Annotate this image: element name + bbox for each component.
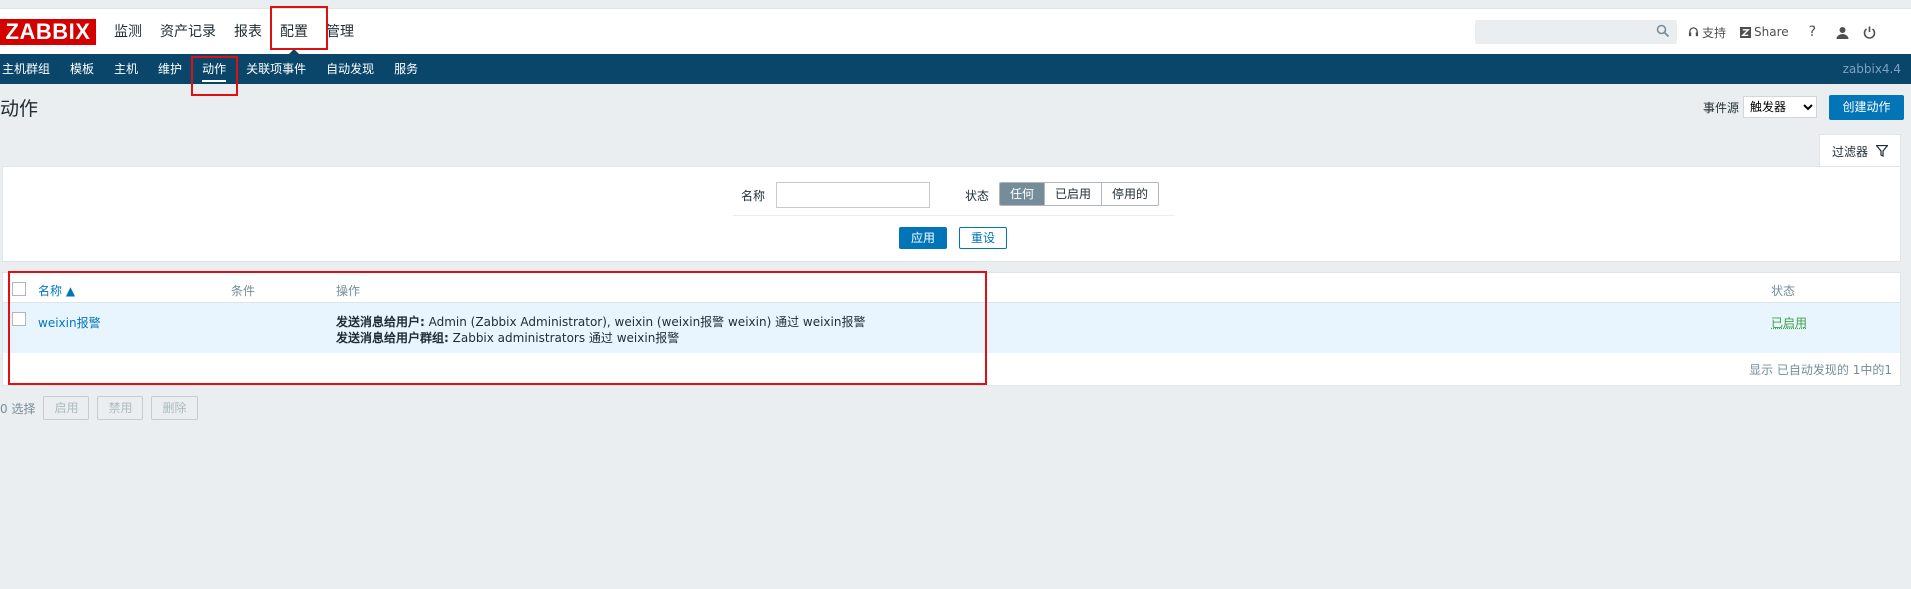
submenu-actions[interactable]: 动作 [192, 54, 236, 84]
header-tools: 支持 Share ? [1688, 9, 1876, 55]
reset-button[interactable]: 重设 [959, 227, 1007, 249]
submenu-event-correlation[interactable]: 关联项事件 [236, 54, 316, 84]
event-source-select[interactable]: 触发器 [1743, 96, 1818, 118]
headset-icon [1688, 26, 1699, 36]
mass-action-bar: 0 选择 启用 禁用 删除 [0, 396, 198, 420]
select-all-checkbox[interactable] [12, 282, 26, 296]
operation-line: 发送消息给用户: Admin (Zabbix Administrator), w… [336, 313, 865, 330]
create-action-button[interactable]: 创建动作 [1829, 95, 1904, 120]
top-header: ZABBIX 监测 资产记录 报表 配置 管理 支持 Share ? [0, 8, 1911, 55]
table-row: weixin报警 发送消息给用户: Admin (Zabbix Administ… [3, 303, 1900, 353]
submenu-services[interactable]: 服务 [384, 54, 428, 84]
action-name-link[interactable]: weixin报警 [38, 314, 101, 331]
version-label: zabbix4.4 [1842, 62, 1901, 76]
status-option-any[interactable]: 任何 [1000, 183, 1045, 205]
user-profile-button[interactable] [1836, 26, 1849, 39]
event-source-control: 事件源 触发器 [1703, 96, 1818, 118]
menu-configuration[interactable]: 配置 [271, 9, 317, 55]
menu-monitoring[interactable]: 监测 [105, 9, 151, 55]
user-icon [1836, 26, 1849, 39]
search-input[interactable] [1475, 20, 1677, 44]
submenu-host-groups[interactable]: 主机群组 [0, 54, 60, 84]
operation-text: Admin (Zabbix Administrator), weixin (we… [424, 315, 866, 329]
filter-status-label: 状态 [965, 189, 990, 203]
power-icon [1863, 26, 1876, 39]
operation-line: 发送消息给用户群组: Zabbix administrators 通过 weix… [336, 329, 679, 346]
operation-label: 发送消息给用户群组: [336, 331, 449, 345]
submenu-templates[interactable]: 模板 [60, 54, 104, 84]
share-icon [1740, 26, 1752, 38]
submenu-hosts[interactable]: 主机 [104, 54, 148, 84]
filter-tab[interactable]: 过滤器 [1819, 134, 1901, 167]
column-header-name[interactable]: 名称 ▲ [38, 282, 75, 299]
search-icon[interactable] [1656, 24, 1670, 38]
table-footer-count: 显示 已自动发现的 1中的1 [1749, 363, 1892, 377]
help-icon[interactable]: ? [1803, 24, 1822, 40]
status-radio-group: 任何 已启用 停用的 [999, 182, 1160, 206]
selected-count: 0 选择 [0, 401, 36, 416]
event-source-label: 事件源 [1703, 100, 1740, 115]
sub-menu: 主机群组 模板 主机 维护 动作 关联项事件 自动发现 服务 zabbix4.4 [0, 54, 1911, 84]
mass-disable-button[interactable]: 禁用 [97, 396, 144, 420]
page-title: 动作 [0, 98, 39, 120]
operation-text: Zabbix administrators 通过 weixin报警 [448, 331, 680, 345]
menu-reports[interactable]: 报表 [225, 9, 271, 55]
support-link[interactable]: 支持 [1688, 24, 1726, 41]
filter-name-label: 名称 [741, 189, 766, 203]
filter-name-input[interactable] [776, 182, 930, 208]
mass-delete-button[interactable]: 删除 [151, 396, 198, 420]
sign-out-button[interactable] [1863, 26, 1876, 39]
share-label: Share [1754, 25, 1789, 39]
column-header-operations: 操作 [336, 284, 361, 298]
column-header-status: 状态 [1771, 284, 1796, 298]
apply-button[interactable]: 应用 [899, 227, 947, 249]
actions-table: 名称 ▲ 条件 操作 状态 weixin报警 发送消息给用户: Admin (Z… [2, 272, 1901, 386]
main-menu: 监测 资产记录 报表 配置 管理 [105, 9, 363, 55]
column-header-conditions: 条件 [231, 284, 256, 298]
status-enabled-link[interactable]: 已启用 [1771, 314, 1807, 331]
submenu-maintenance[interactable]: 维护 [148, 54, 192, 84]
menu-inventory[interactable]: 资产记录 [151, 9, 225, 55]
zabbix-logo[interactable]: ZABBIX [0, 19, 96, 45]
mass-enable-button[interactable]: 启用 [43, 396, 90, 420]
support-label: 支持 [1702, 25, 1727, 40]
filter-divider [733, 215, 1175, 216]
status-option-disabled[interactable]: 停用的 [1101, 183, 1159, 205]
status-option-enabled[interactable]: 已启用 [1044, 183, 1102, 205]
row-checkbox[interactable] [12, 312, 26, 326]
operation-label: 发送消息给用户: [336, 315, 425, 329]
share-link[interactable]: Share [1740, 25, 1789, 39]
menu-administration[interactable]: 管理 [317, 9, 363, 55]
filter-tab-label: 过滤器 [1831, 144, 1868, 159]
filter-panel: 名称 状态 任何 已启用 停用的 应用 重设 [2, 166, 1901, 262]
submenu-discovery[interactable]: 自动发现 [316, 54, 384, 84]
filter-icon [1876, 145, 1888, 157]
